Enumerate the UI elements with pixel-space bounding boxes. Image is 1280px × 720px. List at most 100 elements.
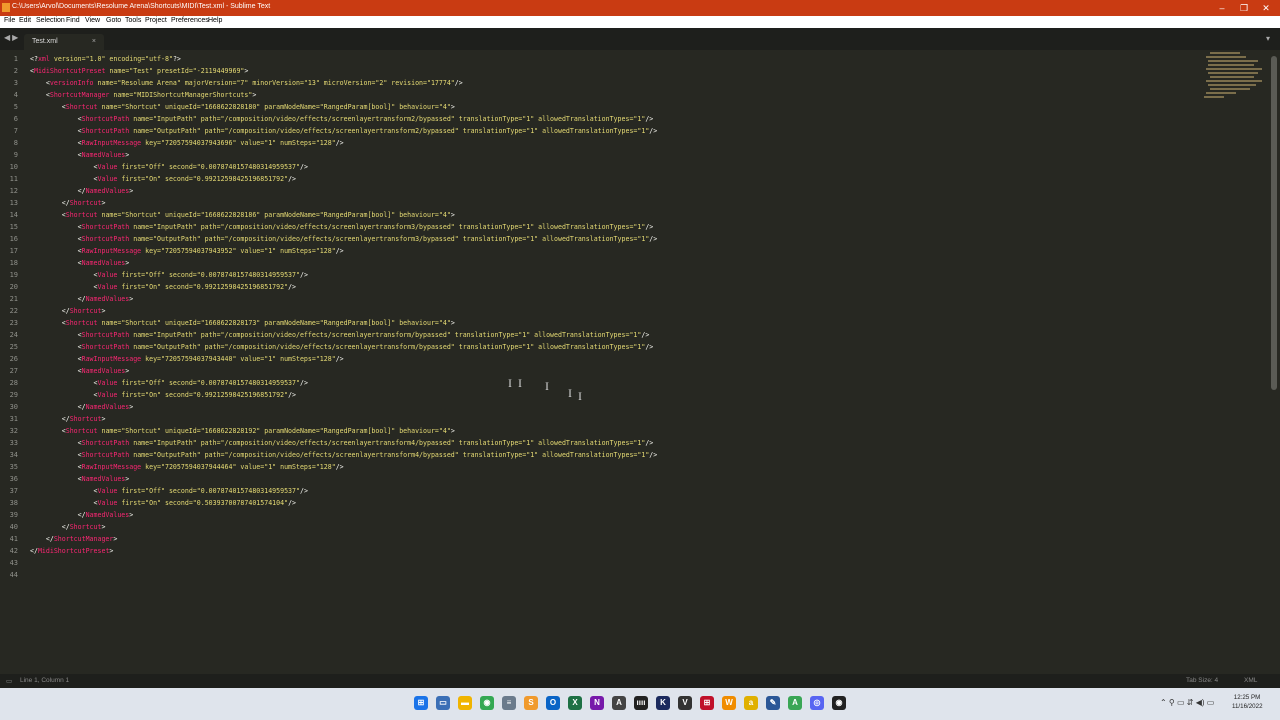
tab-close-icon[interactable]: ×	[92, 38, 96, 45]
xml-punctuation: </	[30, 523, 70, 531]
menu-project[interactable]: Project	[145, 17, 167, 24]
menu-goto[interactable]: Goto	[106, 17, 121, 24]
xml-tag-name: ShortcutManager	[49, 91, 110, 99]
minimap[interactable]	[1196, 50, 1268, 110]
code-line: </Shortcut>	[30, 521, 106, 533]
menu-preferences[interactable]: Preferences	[171, 17, 209, 24]
xml-tag-name: Shortcut	[65, 319, 98, 327]
xml-attributes: name="MIDIShortcutManagerShortcuts"	[109, 91, 253, 99]
xml-attributes: first="Off" second="0.007874015748031495…	[117, 487, 300, 495]
xml-punctuation: <	[30, 139, 82, 147]
menu-edit[interactable]: Edit	[19, 17, 31, 24]
xml-tag-name: Value	[97, 283, 118, 291]
xml-tag-name: xml	[37, 55, 50, 63]
maximize-button[interactable]: ❐	[1234, 2, 1254, 14]
excel-icon[interactable]: X	[568, 696, 582, 710]
code-editor[interactable]: <?xml version="1.0" encoding="utf-8"?> <M…	[30, 50, 1190, 674]
close-button[interactable]: ✕	[1256, 2, 1276, 14]
status-icon[interactable]: ▭	[6, 677, 12, 685]
k-app-icon[interactable]: K	[656, 696, 670, 710]
code-line: <NamedValues>	[30, 257, 130, 269]
minimap-line	[1204, 96, 1224, 98]
app-icon[interactable]: W	[722, 696, 736, 710]
system-tray[interactable]: ⌃ ⚲ ▭ ⇵ ◀) ▭	[1160, 698, 1214, 707]
a-app-icon[interactable]: a	[744, 696, 758, 710]
line-number: 41	[9, 535, 18, 543]
status-tab-size[interactable]: Tab Size: 4	[1186, 677, 1218, 684]
xml-tag-name: Shortcut	[69, 307, 102, 315]
xml-attributes: version="1.0" encoding="utf-8"	[49, 55, 173, 63]
task-view-icon[interactable]: ▭	[436, 696, 450, 710]
notepad-icon[interactable]: ≡	[502, 696, 516, 710]
onenote-icon[interactable]: N	[590, 696, 604, 710]
line-number: 40	[9, 523, 18, 531]
minimap-line	[1210, 52, 1240, 54]
minimize-button[interactable]: –	[1212, 2, 1232, 14]
xml-punctuation: <	[30, 163, 98, 171]
xml-punctuation: </	[30, 547, 38, 555]
code-line: <ShortcutPath name="OutputPath" path="/c…	[30, 125, 658, 137]
app-icon[interactable]: A	[612, 696, 626, 710]
line-number: 3	[13, 79, 18, 87]
xml-punctuation: <	[30, 259, 82, 267]
line-number: 28	[9, 379, 18, 387]
discord-icon[interactable]: ◎	[810, 696, 824, 710]
xml-punctuation: >	[129, 187, 134, 195]
tab-dropdown-icon[interactable]: ▾	[1266, 34, 1270, 43]
xml-punctuation: </	[30, 295, 86, 303]
window-title: C:\Users\Arvol\Documents\Resolume Arena\…	[12, 3, 271, 10]
xml-punctuation: >	[125, 259, 130, 267]
tab-nav-arrows-icon[interactable]: ◀▶	[4, 33, 20, 42]
app-icon[interactable]: ıııı	[634, 696, 648, 710]
code-line: <Value first="On" second="0.992125984251…	[30, 281, 297, 293]
menu-help[interactable]: Help	[208, 17, 222, 24]
menu-find[interactable]: Find	[66, 17, 80, 24]
code-line: <ShortcutPath name="OutputPath" path="/c…	[30, 341, 654, 353]
line-number: 11	[9, 175, 18, 183]
status-syntax[interactable]: XML	[1244, 677, 1257, 684]
xml-punctuation: >	[101, 199, 106, 207]
menu-selection[interactable]: Selection	[36, 17, 65, 24]
xml-tag-name: ShortcutPath	[81, 115, 130, 123]
xml-punctuation: />	[454, 79, 463, 87]
app-icon[interactable]: ✎	[766, 696, 780, 710]
obs-icon[interactable]: ◉	[832, 696, 846, 710]
xml-attributes: first="On" second="0.9921259842519685179…	[117, 175, 289, 183]
vertical-scrollbar[interactable]	[1271, 56, 1277, 390]
xml-punctuation: >	[129, 295, 134, 303]
chrome-icon[interactable]: ◉	[480, 696, 494, 710]
status-cursor-position: Line 1, Column 1	[20, 677, 70, 684]
xml-tag-name: RawInputMessage	[81, 355, 142, 363]
xml-tag-name: NamedValues	[81, 259, 126, 267]
xml-attributes: name="Shortcut" uniqueId="1668622828186"…	[97, 211, 451, 219]
xml-punctuation: <	[30, 223, 82, 231]
code-line: </Shortcut>	[30, 413, 106, 425]
file-explorer-icon[interactable]: ▬	[458, 696, 472, 710]
tab-test-xml[interactable]: Test.xml ×	[24, 34, 104, 50]
xml-tag-name: ShortcutPath	[81, 343, 130, 351]
app-icon[interactable]: A	[788, 696, 802, 710]
line-number: 37	[9, 487, 18, 495]
code-line: <NamedValues>	[30, 149, 130, 161]
app-icon[interactable]: ⊞	[700, 696, 714, 710]
sublime-text-icon[interactable]: S	[524, 696, 538, 710]
xml-attributes: name="Shortcut" uniqueId="1668622828192"…	[97, 427, 451, 435]
code-line: <RawInputMessage key="72057594037944464"…	[30, 461, 344, 473]
clock[interactable]: 12:25 PM 11/16/2022	[1232, 693, 1263, 711]
menu-view[interactable]: View	[85, 17, 100, 24]
xml-tag-name: Value	[97, 163, 118, 171]
outlook-icon[interactable]: O	[546, 696, 560, 710]
xml-tag-name: Shortcut	[65, 427, 98, 435]
xml-attributes: name="Shortcut" uniqueId="1668622828180"…	[97, 103, 451, 111]
xml-attributes: name="Test" presetId="-2119449969"	[105, 67, 245, 75]
v-app-icon[interactable]: V	[678, 696, 692, 710]
xml-punctuation: <	[30, 247, 82, 255]
windows-start-icon[interactable]: ⊞	[414, 696, 428, 710]
line-number: 43	[9, 559, 18, 567]
line-number: 31	[9, 415, 18, 423]
line-number: 39	[9, 511, 18, 519]
xml-tag-name: Value	[97, 499, 118, 507]
menu-tools[interactable]: Tools	[125, 17, 141, 24]
menu-file[interactable]: File	[4, 17, 15, 24]
code-line: <Shortcut name="Shortcut" uniqueId="1668…	[30, 209, 455, 221]
